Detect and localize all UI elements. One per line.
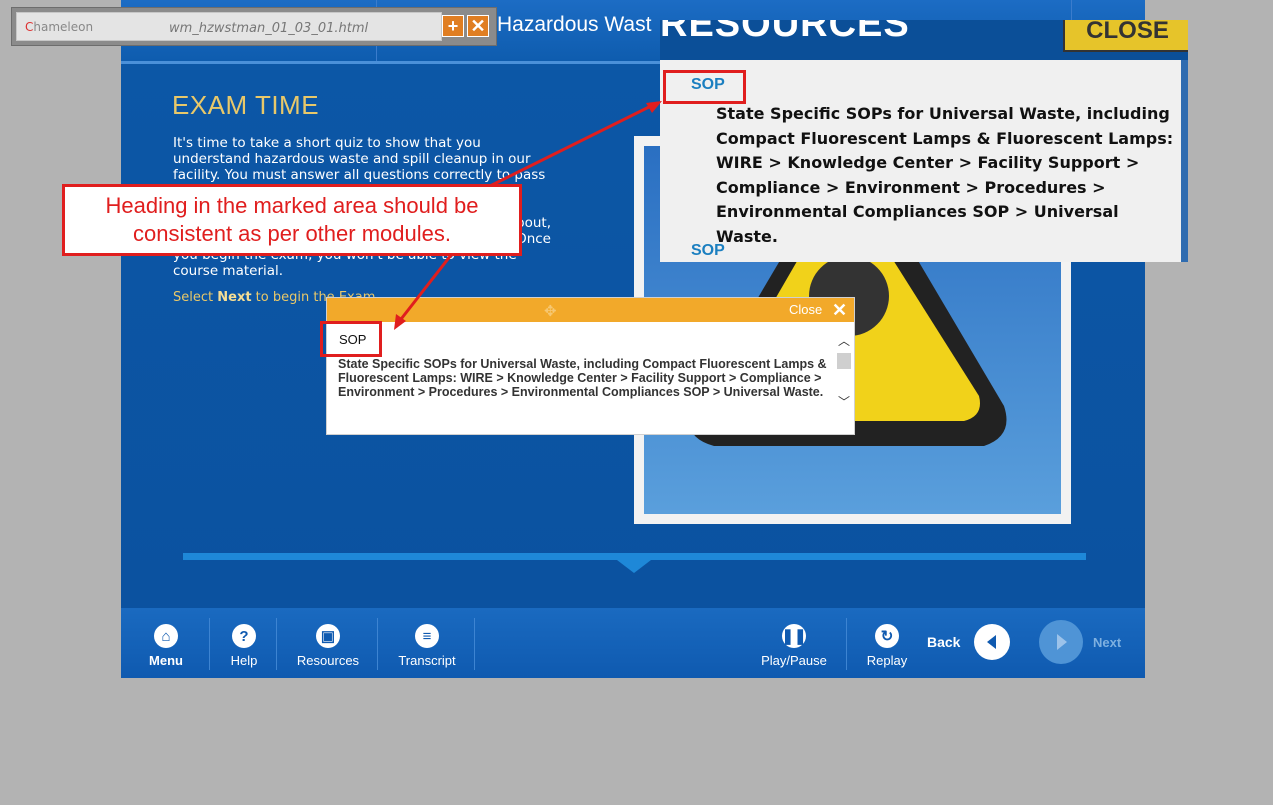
annotation-arrows xyxy=(394,101,662,330)
annotation-text: Heading in the marked area should be con… xyxy=(65,192,519,248)
annotation-line: consistent as per other modules. xyxy=(133,221,451,246)
review-annotation: Heading in the marked area should be con… xyxy=(62,184,522,256)
annotation-line: Heading in the marked area should be xyxy=(105,193,479,218)
